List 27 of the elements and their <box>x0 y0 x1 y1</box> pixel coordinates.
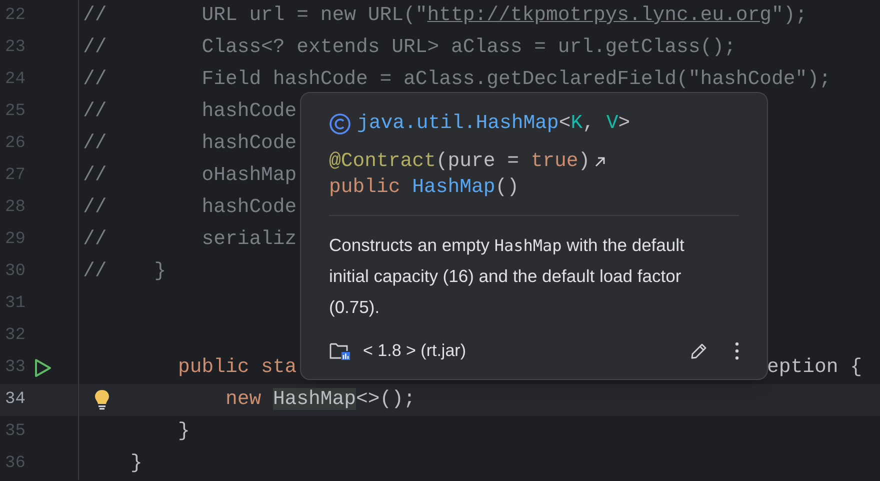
class-icon <box>329 113 351 135</box>
external-link-icon[interactable] <box>594 156 606 168</box>
signature-line: @Contract(pure = true) <box>329 149 590 174</box>
run-icon[interactable] <box>34 358 52 378</box>
code-line: // serializ <box>83 227 297 252</box>
code-line: } <box>129 451 142 476</box>
code-line: // URL url = new URL("http://tkpmotrpys.lync.eu.org"); <box>83 3 808 28</box>
code-line: // Field hashCode = aClass.getDeclaredField("hashCode"); <box>83 67 831 92</box>
code-line: // Class<? extends URL> aClass = url.getClass(); <box>83 35 736 60</box>
code-line: // oHashMap <box>83 163 297 188</box>
code-line: new HashMap<>(); <box>224 387 416 412</box>
description-text: Constructs an empty HashMap with the default initial capacity (16) and the default load factor (0.75). <box>329 234 686 319</box>
signature-line: public HashMap() <box>329 175 519 200</box>
edit-icon[interactable] <box>689 341 709 361</box>
code-line: // } <box>83 259 166 284</box>
library-folder-icon <box>329 341 351 361</box>
lightbulb-icon[interactable] <box>94 389 110 411</box>
code-line: eption { <box>767 355 862 380</box>
library-source: < 1.8 > (rt.jar) <box>363 340 466 362</box>
code-line: public sta <box>176 355 297 380</box>
code-line: } <box>176 419 190 444</box>
code-line: // hashCode <box>83 99 297 124</box>
more-options-icon[interactable] <box>735 342 739 360</box>
code-line: // hashCode <box>83 195 297 220</box>
class-name: java.util.HashMap<K, V> <box>357 111 630 136</box>
code-line: // hashCode <box>83 131 297 156</box>
line-number: 34 <box>5 389 26 412</box>
